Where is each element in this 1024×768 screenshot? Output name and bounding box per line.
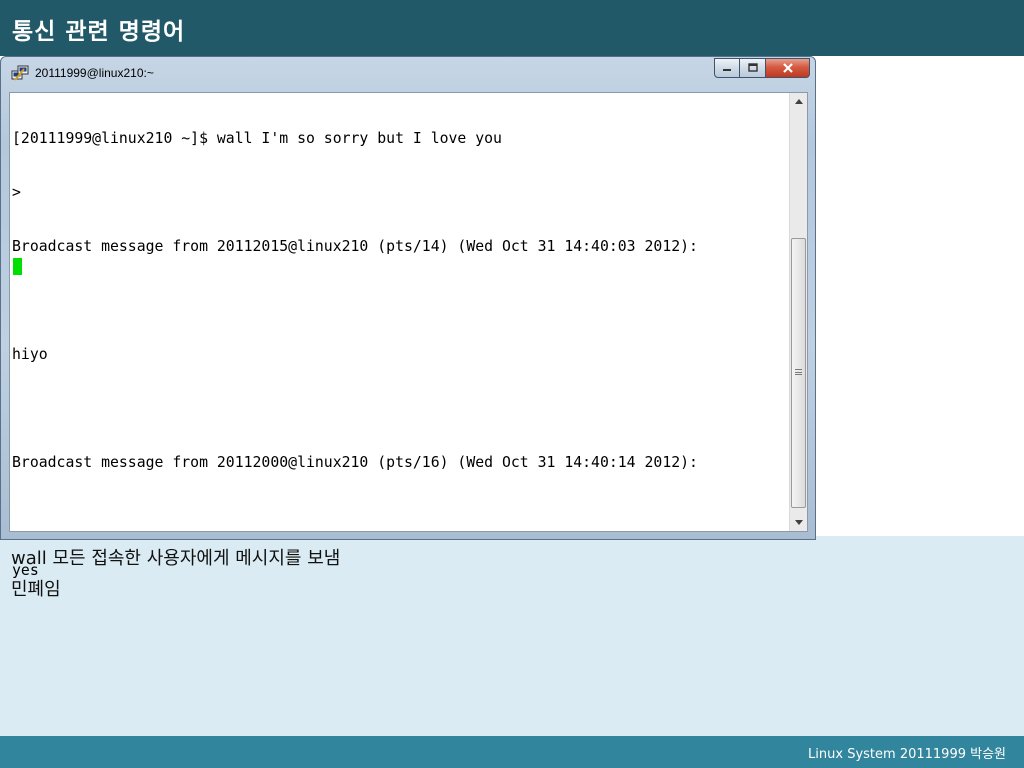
minimize-button[interactable]: [714, 58, 740, 78]
close-icon: [782, 63, 793, 73]
terminal-line: Broadcast message from 20112000@linux210…: [12, 454, 698, 471]
terminal-window: 20111999@linux210:~ [20111999@linux210 ~…: [0, 56, 816, 579]
grip-icon: [795, 369, 802, 375]
terminal-cursor: [13, 258, 22, 275]
scroll-thumb[interactable]: [791, 238, 806, 508]
chevron-down-icon: [794, 520, 803, 525]
chevron-up-icon: [794, 99, 803, 104]
scroll-up-button[interactable]: [790, 93, 807, 110]
terminal-line: >: [12, 184, 21, 201]
terminal-line: hiyo: [12, 346, 48, 363]
putty-icon[interactable]: [11, 65, 29, 81]
close-button[interactable]: [766, 58, 810, 78]
window-title: 20111999@linux210:~: [35, 66, 154, 80]
slide-title: 통신 관련 명령어: [12, 19, 186, 45]
maximize-icon: [747, 63, 758, 72]
scroll-down-button[interactable]: [790, 514, 807, 531]
vertical-scrollbar[interactable]: [789, 93, 807, 531]
slide-title-bar: 통신 관련 명령어: [0, 0, 1024, 56]
window-titlebar[interactable]: 20111999@linux210:~: [1, 57, 815, 91]
terminal-line: yes: [12, 562, 39, 579]
minimize-icon: [723, 69, 731, 71]
footer-text: Linux System 20111999 박승원: [808, 747, 1006, 762]
slide-footer: Linux System 20111999 박승원: [0, 736, 1024, 768]
window-controls: [714, 58, 810, 78]
maximize-button[interactable]: [740, 58, 766, 78]
terminal-output: [20111999@linux210 ~]$ wall I'm so sorry…: [12, 94, 698, 616]
terminal-area[interactable]: [20111999@linux210 ~]$ wall I'm so sorry…: [9, 92, 808, 579]
terminal-line: Broadcast message from 20112015@linux210…: [12, 238, 698, 255]
terminal-line: [20111999@linux210 ~]$ wall I'm so sorry…: [12, 130, 502, 147]
